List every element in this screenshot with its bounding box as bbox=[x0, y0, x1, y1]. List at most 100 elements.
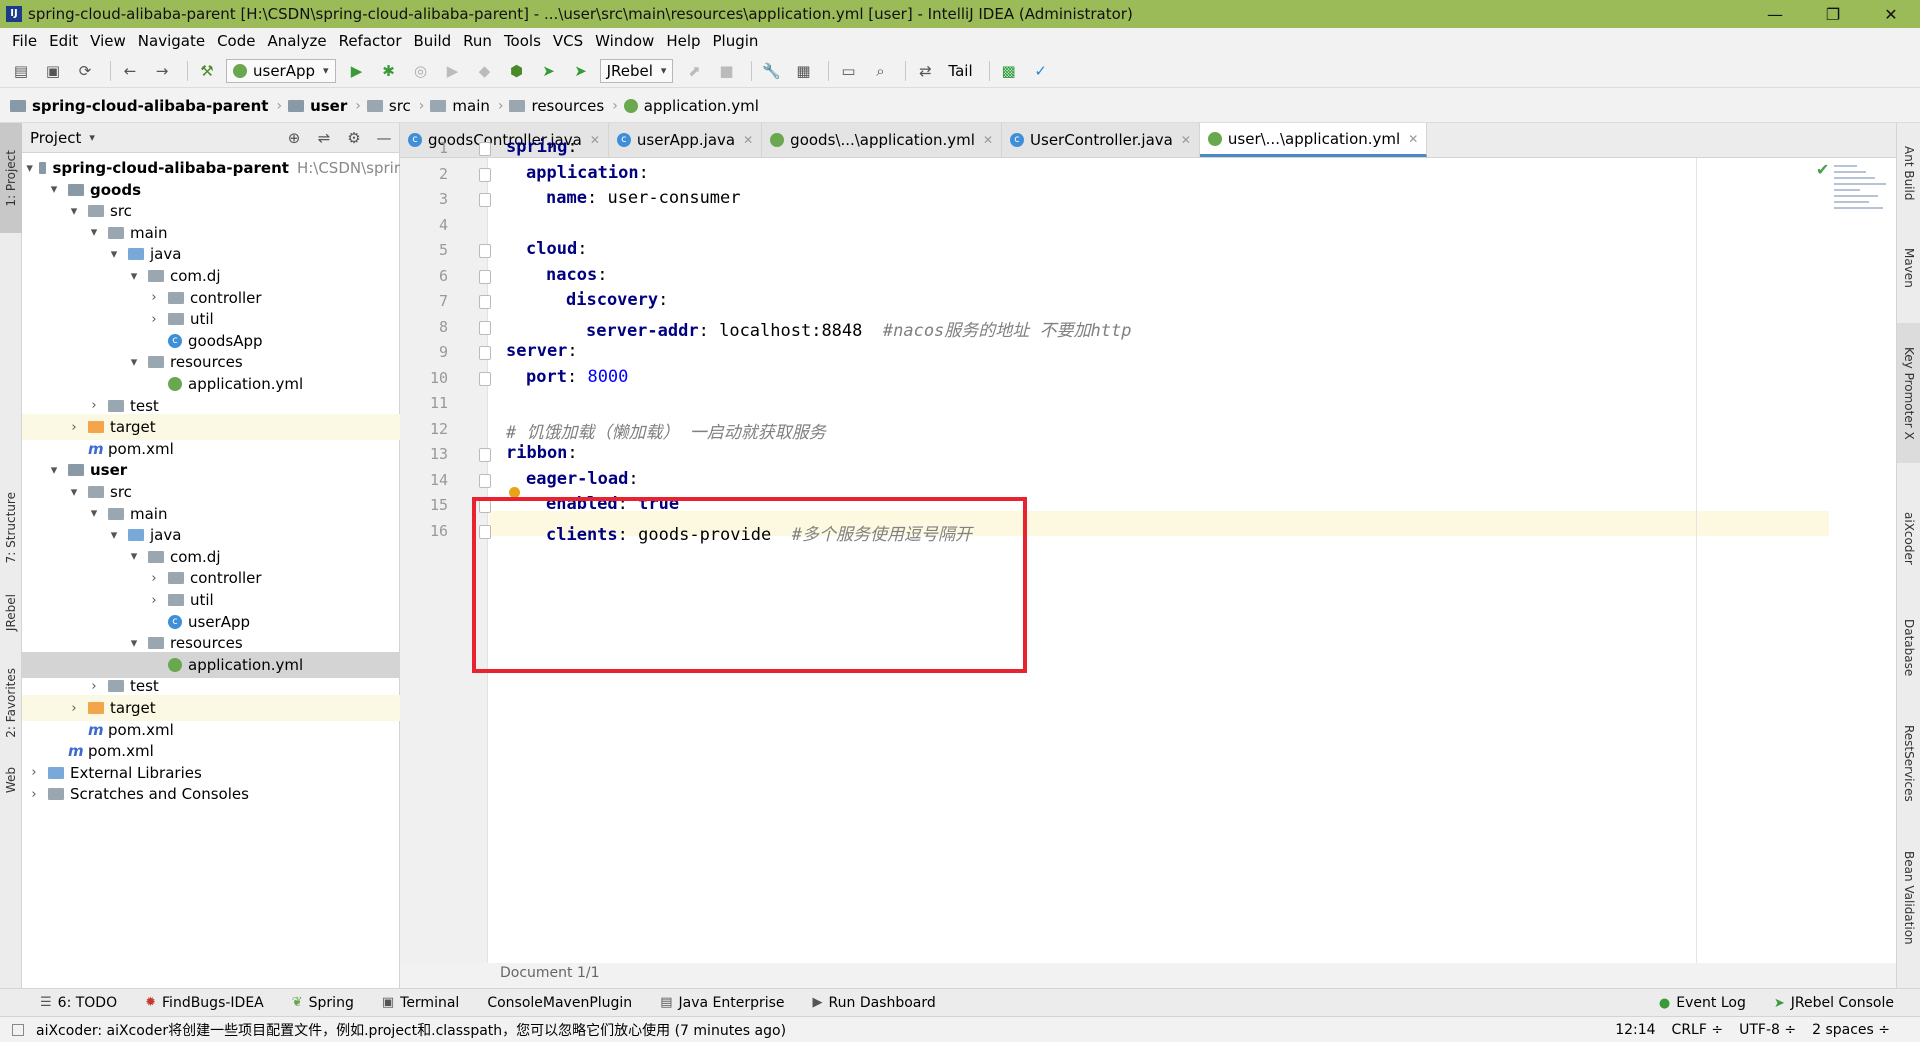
chevron-right-icon[interactable]: › bbox=[146, 312, 162, 327]
breadcrumb-item[interactable]: resources › bbox=[509, 97, 618, 115]
tool-tab-findbugs[interactable]: ✹ FindBugs-IDEA bbox=[145, 995, 264, 1011]
code-line[interactable]: # 饥饿加载（懒加载） 一启动就获取服务 bbox=[506, 418, 826, 443]
menu-help[interactable]: Help bbox=[660, 32, 706, 50]
chevron-down-icon[interactable]: ▾ bbox=[86, 225, 102, 240]
update-icon[interactable]: ⬈ bbox=[681, 58, 707, 84]
statistic-icon[interactable]: ▩ bbox=[996, 58, 1022, 84]
menu-file[interactable]: File bbox=[6, 32, 43, 50]
code-line[interactable]: name: user-consumer bbox=[546, 188, 741, 208]
caret-position[interactable]: 12:14 bbox=[1615, 1022, 1655, 1038]
fold-marker-icon[interactable] bbox=[479, 142, 491, 156]
chevron-down-icon[interactable]: ▾ bbox=[46, 463, 62, 478]
breadcrumb-item[interactable]: user › bbox=[288, 97, 361, 115]
fold-marker-icon[interactable] bbox=[479, 193, 491, 207]
tab-user-controller[interactable]: c UserController.java ✕ bbox=[1002, 123, 1200, 157]
terminal-window-icon[interactable]: ▭ bbox=[835, 58, 861, 84]
fold-marker-icon[interactable] bbox=[479, 448, 491, 462]
forward-arrow-icon[interactable]: → bbox=[149, 58, 175, 84]
inspection-ok-icon[interactable]: ✔ bbox=[1816, 160, 1829, 179]
close-icon[interactable]: ✕ bbox=[590, 133, 600, 147]
tool-tab-java-enterprise[interactable]: ▤ Java Enterprise bbox=[660, 995, 784, 1011]
translate-icon[interactable]: ⇄ bbox=[912, 58, 938, 84]
tab-user-app[interactable]: c userApp.java ✕ bbox=[608, 123, 763, 157]
tab-user-application-yml[interactable]: user\...\application.yml ✕ bbox=[1199, 123, 1428, 157]
chevron-down-icon[interactable]: ▾ bbox=[66, 204, 82, 219]
back-arrow-icon[interactable]: ← bbox=[117, 58, 143, 84]
menu-vcs[interactable]: VCS bbox=[547, 32, 589, 50]
open-folder-icon[interactable]: ▤ bbox=[8, 58, 34, 84]
tool-tab-project[interactable]: 1: Project bbox=[0, 123, 22, 233]
tool-tab-restservices[interactable]: RestServices bbox=[1897, 713, 1920, 813]
task-check-icon[interactable]: ✓ bbox=[1028, 58, 1054, 84]
tool-tab-ant-build[interactable]: Ant Build bbox=[1897, 133, 1920, 213]
maximize-button[interactable]: ❐ bbox=[1804, 0, 1862, 28]
tool-tab-favorites[interactable]: 2: Favorites bbox=[0, 653, 22, 753]
tool-tab-spring[interactable]: ❦ Spring bbox=[292, 995, 354, 1011]
breadcrumb-item[interactable]: src › bbox=[366, 97, 424, 115]
debug-icon[interactable]: ✱ bbox=[376, 58, 402, 84]
locate-icon[interactable]: ⊕ bbox=[279, 129, 309, 147]
tab-goods-application-yml[interactable]: goods\...\application.yml ✕ bbox=[762, 123, 1003, 157]
run-disabled-icon[interactable]: ▶ bbox=[440, 58, 466, 84]
chevron-down-icon[interactable]: ▾ bbox=[106, 528, 122, 543]
jrebel-select[interactable]: JRebel ▾ bbox=[599, 58, 674, 83]
code-line[interactable]: discovery: bbox=[566, 290, 668, 310]
tool-tab-structure[interactable]: 7: Structure bbox=[0, 478, 22, 578]
breadcrumb-item[interactable]: main › bbox=[430, 97, 503, 115]
chevron-down-icon[interactable]: ▾ bbox=[106, 247, 122, 262]
sync-icon[interactable]: ⟳ bbox=[72, 58, 98, 84]
fold-marker-icon[interactable] bbox=[479, 167, 491, 182]
run-config-select[interactable]: userApp ▾ bbox=[226, 58, 336, 83]
breadcrumb-item[interactable]: application.yml bbox=[623, 97, 759, 115]
chevron-down-icon[interactable]: ▾ bbox=[126, 549, 142, 564]
tool-tab-jrebel[interactable]: JRebel bbox=[0, 583, 22, 643]
menu-code[interactable]: Code bbox=[211, 32, 261, 50]
close-icon[interactable]: ✕ bbox=[1408, 132, 1418, 146]
code-line[interactable]: application: bbox=[526, 163, 649, 183]
project-view-select[interactable]: Project bbox=[30, 129, 81, 147]
close-icon[interactable]: ✕ bbox=[983, 133, 993, 147]
chevron-right-icon[interactable]: › bbox=[146, 571, 162, 586]
hide-icon[interactable]: — bbox=[369, 129, 399, 147]
stop-icon[interactable]: ■ bbox=[713, 58, 739, 84]
chevron-down-icon[interactable]: ▾ bbox=[66, 485, 82, 500]
code-line[interactable]: nacos: bbox=[546, 265, 607, 285]
close-icon[interactable]: ✕ bbox=[743, 133, 753, 147]
tool-tab-database[interactable]: Database bbox=[1897, 603, 1920, 693]
code-minimap[interactable] bbox=[1834, 165, 1892, 225]
code-line[interactable]: server-addr: localhost:8848 #nacos服务的地址 … bbox=[586, 316, 1131, 341]
fold-marker-icon[interactable] bbox=[479, 269, 491, 284]
tool-tab-event-log[interactable]: ● Event Log bbox=[1659, 995, 1746, 1011]
tool-tab-todo[interactable]: ☰ 6: TODO bbox=[40, 995, 117, 1011]
tool-tab-jrebel-console[interactable]: ➤ JRebel Console bbox=[1774, 995, 1894, 1011]
code-line[interactable]: server: bbox=[506, 341, 578, 361]
code-line[interactable]: port: 8000 bbox=[526, 367, 628, 387]
chevron-right-icon[interactable]: › bbox=[86, 679, 102, 694]
menu-analyze[interactable]: Analyze bbox=[261, 32, 332, 50]
jrebel-run-icon[interactable]: ➤ bbox=[536, 58, 562, 84]
fold-marker-icon[interactable] bbox=[479, 473, 491, 488]
run-icon[interactable]: ▶ bbox=[344, 58, 370, 84]
collapse-all-icon[interactable]: ⇌ bbox=[309, 129, 339, 147]
indent-setting[interactable]: 2 spaces ÷ bbox=[1812, 1022, 1890, 1038]
status-toggle-icon[interactable] bbox=[12, 1023, 24, 1036]
chevron-right-icon[interactable]: › bbox=[26, 765, 42, 780]
menu-tools[interactable]: Tools bbox=[498, 32, 547, 50]
tool-tab-key-promoter[interactable]: Key Promoter X bbox=[1897, 323, 1920, 463]
chevron-right-icon[interactable]: › bbox=[66, 701, 82, 716]
file-encoding[interactable]: UTF-8 ÷ bbox=[1739, 1022, 1796, 1038]
tool-tab-console-maven[interactable]: ConsoleMavenPlugin bbox=[487, 995, 632, 1011]
tool-tab-run-dashboard[interactable]: ▶ Run Dashboard bbox=[813, 995, 936, 1011]
chevron-down-icon[interactable]: ▾ bbox=[126, 355, 142, 370]
minimize-button[interactable]: — bbox=[1746, 0, 1804, 28]
code-line[interactable]: eager-load: bbox=[526, 469, 639, 489]
chevron-down-icon[interactable]: ▾ bbox=[86, 506, 102, 521]
tail-button[interactable]: Tail bbox=[944, 58, 976, 84]
code-line[interactable]: ribbon: bbox=[506, 443, 578, 463]
chevron-right-icon[interactable]: › bbox=[146, 593, 162, 608]
chevron-down-icon[interactable]: ▾ bbox=[126, 269, 142, 284]
chevron-right-icon[interactable]: › bbox=[86, 398, 102, 413]
breadcrumb-item[interactable]: spring-cloud-alibaba-parent › bbox=[10, 97, 282, 115]
settings-wrench-icon[interactable]: 🔧 bbox=[758, 58, 784, 84]
line-separator[interactable]: CRLF ÷ bbox=[1672, 1022, 1724, 1038]
